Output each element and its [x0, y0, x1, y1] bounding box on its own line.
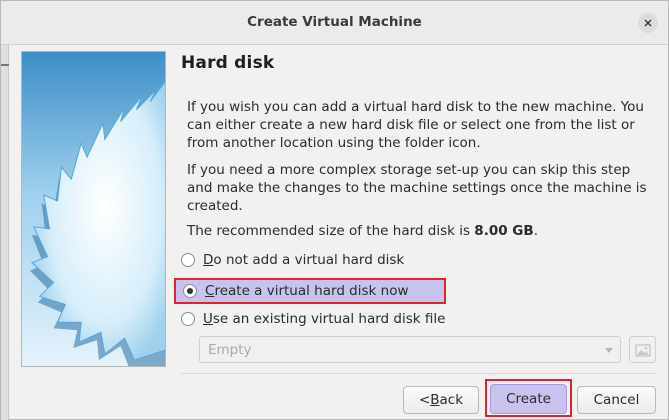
radio-use-existing-disk[interactable]: Use an existing virtual hard disk file — [181, 307, 445, 331]
radio-button[interactable] — [181, 312, 195, 326]
window-title: Create Virtual Machine — [247, 14, 422, 30]
radio-label[interactable]: Do not add a virtual hard disk — [203, 252, 404, 268]
wizard-page: Hard disk If you wish you can add a virt… — [181, 53, 656, 239]
recommended-size-prefix: The recommended size of the hard disk is — [187, 223, 475, 239]
close-button[interactable] — [638, 13, 658, 33]
wizard-illustration — [21, 51, 166, 367]
existing-disk-select-value: Empty — [208, 341, 252, 358]
create-vm-dialog: Create Virtual Machine Hard disk If you … — [0, 0, 669, 420]
edge-mark — [1, 64, 9, 66]
radio-label[interactable]: Create a virtual hard disk now — [205, 283, 409, 299]
create-button[interactable]: Create — [490, 384, 567, 414]
radio-button[interactable] — [181, 253, 195, 267]
cancel-button[interactable]: Cancel — [577, 386, 656, 414]
recommended-size-value: 8.00 GB — [474, 223, 534, 239]
background-window-edge — [1, 45, 9, 420]
choose-disk-file-button[interactable] — [629, 336, 656, 363]
radio-label[interactable]: Use an existing virtual hard disk file — [203, 311, 445, 327]
folder-image-icon — [635, 344, 650, 356]
close-icon — [644, 19, 652, 27]
intro-paragraph: If you wish you can add a virtual hard d… — [187, 99, 644, 151]
existing-disk-select[interactable]: Empty — [199, 336, 621, 363]
page-title: Hard disk — [181, 53, 275, 73]
chevron-down-icon — [605, 348, 613, 353]
recommended-size-text: The recommended size of the hard disk is… — [187, 222, 649, 240]
back-button[interactable]: < Back — [403, 386, 479, 414]
radio-create-disk-now[interactable]: Create a virtual hard disk now — [174, 278, 446, 304]
button-separator — [181, 373, 656, 374]
titlebar: Create Virtual Machine — [1, 1, 668, 45]
recommended-size-suffix: . — [533, 223, 538, 239]
radio-no-disk[interactable]: Do not add a virtual hard disk — [181, 248, 404, 272]
storage-paragraph: If you need a more complex storage set-u… — [187, 162, 647, 214]
radio-button-selected[interactable] — [183, 284, 197, 298]
